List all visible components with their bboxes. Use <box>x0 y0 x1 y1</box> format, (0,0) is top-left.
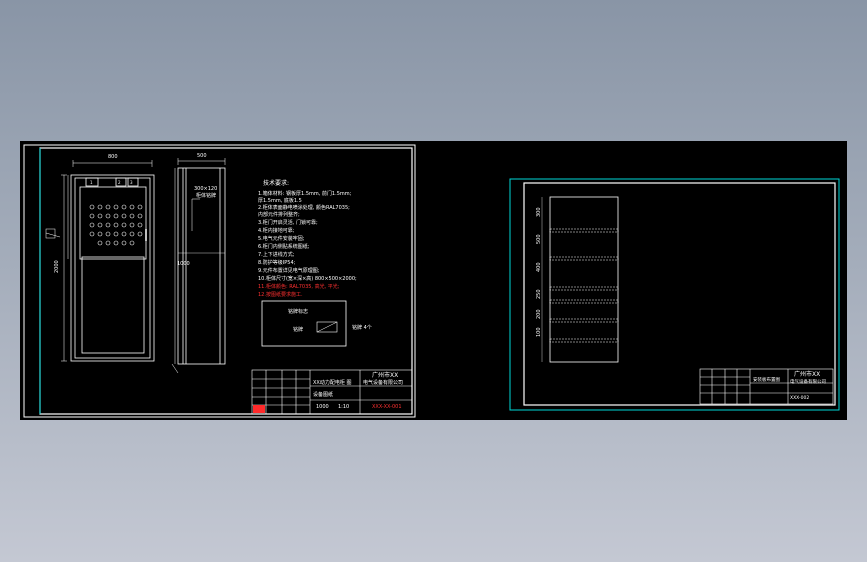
technical-notes: 技术要求: 1.箱体材料: 钢板厚1.5mm, 前门1.5mm; 厚1.5mm,… <box>258 179 357 298</box>
dim-1: 300 <box>536 207 542 217</box>
indicator-lamp <box>121 213 127 219</box>
indicator-lamp <box>105 222 111 228</box>
din-rail <box>549 338 619 343</box>
indicator-lamp <box>137 213 143 219</box>
tb1-code: 1000 <box>316 404 329 410</box>
indicator-lamp <box>137 222 143 228</box>
indicator-lamp <box>113 231 119 237</box>
indicator-lamp <box>113 204 119 210</box>
dim-3: 400 <box>536 262 542 272</box>
svg-text:铭牌: 铭牌 <box>293 326 303 333</box>
dim-2: 500 <box>536 234 542 244</box>
tb1-red-stamp <box>253 405 265 413</box>
tb2-company-full: 电气设备有限公司 <box>790 378 826 385</box>
callout-nameplate: 柜体铭牌 <box>196 192 216 199</box>
cabinet-front-view <box>61 160 155 362</box>
dim-6: 100 <box>536 327 542 337</box>
sheet-1[interactable]: 800 2000 1 2 3 500 1000 300×120 柜体铭牌 技术要… <box>23 144 416 418</box>
indicator-lamp <box>89 231 95 237</box>
indicator-lamp <box>97 240 103 246</box>
indicator-lamp <box>129 231 135 237</box>
indicator-lamp <box>129 213 135 219</box>
indicator-lamp <box>113 240 119 246</box>
din-rails <box>549 228 619 343</box>
svg-text:3: 3 <box>130 180 133 185</box>
svg-text:10.柜体尺寸(宽×深×高) 800×500×2000;: 10.柜体尺寸(宽×深×高) 800×500×2000; <box>258 275 357 282</box>
svg-text:内部元件排列整齐;: 内部元件排列整齐; <box>258 211 300 218</box>
indicator-lamp <box>113 213 119 219</box>
indicator-lamp <box>89 222 95 228</box>
sheet-2-inner-border <box>523 182 836 406</box>
dim-height-side: 2000 <box>54 260 60 273</box>
nameplate-detail: 铭牌标志 铭牌 铭牌 4个 <box>261 300 372 347</box>
indicator-lamp <box>105 240 111 246</box>
dim-5: 200 <box>536 309 542 319</box>
indicator-lamp <box>121 231 127 237</box>
indicator-lamp <box>105 204 111 210</box>
svg-text:6.柜门内侧贴系统图纸;: 6.柜门内侧贴系统图纸; <box>258 243 310 250</box>
indicator-lamp <box>89 213 95 219</box>
din-rail <box>549 286 619 291</box>
indicator-lamp <box>129 204 135 210</box>
tb2-company: 广州市XX <box>794 370 820 378</box>
din-rail <box>549 318 619 323</box>
indicator-lamp <box>97 213 103 219</box>
tb1-number: XXX-XX-001 <box>372 404 402 410</box>
din-rail <box>549 228 619 233</box>
svg-text:4.柜内接地可靠;: 4.柜内接地可靠; <box>258 227 295 234</box>
indicator-lamp <box>105 213 111 219</box>
tb1-company: 广州市XX <box>372 371 398 379</box>
indicator-lamp <box>137 231 143 237</box>
indicator-lamp <box>97 231 103 237</box>
drawing-sheets: 800 2000 1 2 3 500 1000 300×120 柜体铭牌 技术要… <box>23 144 840 418</box>
tb2-number: XXX-002 <box>790 395 809 401</box>
svg-text:2: 2 <box>118 180 121 185</box>
indicator-lamp <box>97 204 103 210</box>
svg-text:2.柜体表面静电喷涂处理, 颜色RAL7035;: 2.柜体表面静电喷涂处理, 颜色RAL7035; <box>258 204 350 211</box>
svg-text:3.柜门开启灵活, 门锁可靠;: 3.柜门开启灵活, 门锁可靠; <box>258 219 318 226</box>
note-red-2: 12.按图纸要求施工. <box>258 291 303 298</box>
svg-text:8.防护等级IP54;: 8.防护等级IP54; <box>258 259 296 266</box>
tb1-drawing-name: XX动力配电柜 图 <box>313 379 351 386</box>
tb1-sub: 设备图纸 <box>313 391 333 398</box>
svg-text:厚1.5mm, 底板1.5: 厚1.5mm, 底板1.5 <box>258 197 302 204</box>
dim-depth-top: 500 <box>197 153 207 159</box>
svg-text:1: 1 <box>90 180 93 185</box>
tb2-drawing-name: 安装板布置图 <box>753 376 780 383</box>
indicator-lamp <box>105 231 111 237</box>
indicator-lamp <box>121 222 127 228</box>
indicator-lamp <box>121 204 127 210</box>
svg-text:9.元件布置详见电气原理图;: 9.元件布置详见电气原理图; <box>258 267 320 274</box>
tb1-company-full: 电气设备有限公司 <box>363 379 403 386</box>
indicator-lamp <box>121 240 127 246</box>
din-rail <box>549 256 619 261</box>
indicator-lamp <box>97 222 103 228</box>
svg-text:铭牌标志: 铭牌标志 <box>288 308 308 315</box>
panel-indicator-grid <box>89 204 143 246</box>
notes-title: 技术要求: <box>263 179 289 187</box>
dim-4: 250 <box>536 289 542 299</box>
indicator-lamp <box>113 222 119 228</box>
indicator-lamp <box>129 240 135 246</box>
dim-height-mid: 1000 <box>177 261 190 267</box>
cad-model-space[interactable]: 800 2000 1 2 3 500 1000 300×120 柜体铭牌 技术要… <box>20 141 847 420</box>
svg-text:铭牌 4个: 铭牌 4个 <box>352 324 372 331</box>
svg-text:5.电气元件安装牢固;: 5.电气元件安装牢固; <box>258 235 305 242</box>
indicator-lamp <box>137 204 143 210</box>
svg-text:1.箱体材料: 钢板厚1.5mm, 前门1.5mm;: 1.箱体材料: 钢板厚1.5mm, 前门1.5mm; <box>258 190 352 197</box>
note-red-1: 11.柜体颜色: RAL7035, 高光, 平光; <box>258 283 340 290</box>
callout-size: 300×120 <box>194 186 217 192</box>
mounting-plate-layout <box>541 196 619 363</box>
sheet-2[interactable]: 300 500 400 250 200 100 广州市XX 电气设备有限公司 安… <box>509 178 840 411</box>
din-rail <box>549 299 619 304</box>
sheet-2-outer-border <box>509 178 840 411</box>
svg-text:7.上下进线方式;: 7.上下进线方式; <box>258 251 295 258</box>
indicator-lamp <box>89 204 95 210</box>
indicator-lamp <box>129 222 135 228</box>
tb1-scale: 1:10 <box>338 404 349 410</box>
dim-width-top: 800 <box>108 154 118 160</box>
